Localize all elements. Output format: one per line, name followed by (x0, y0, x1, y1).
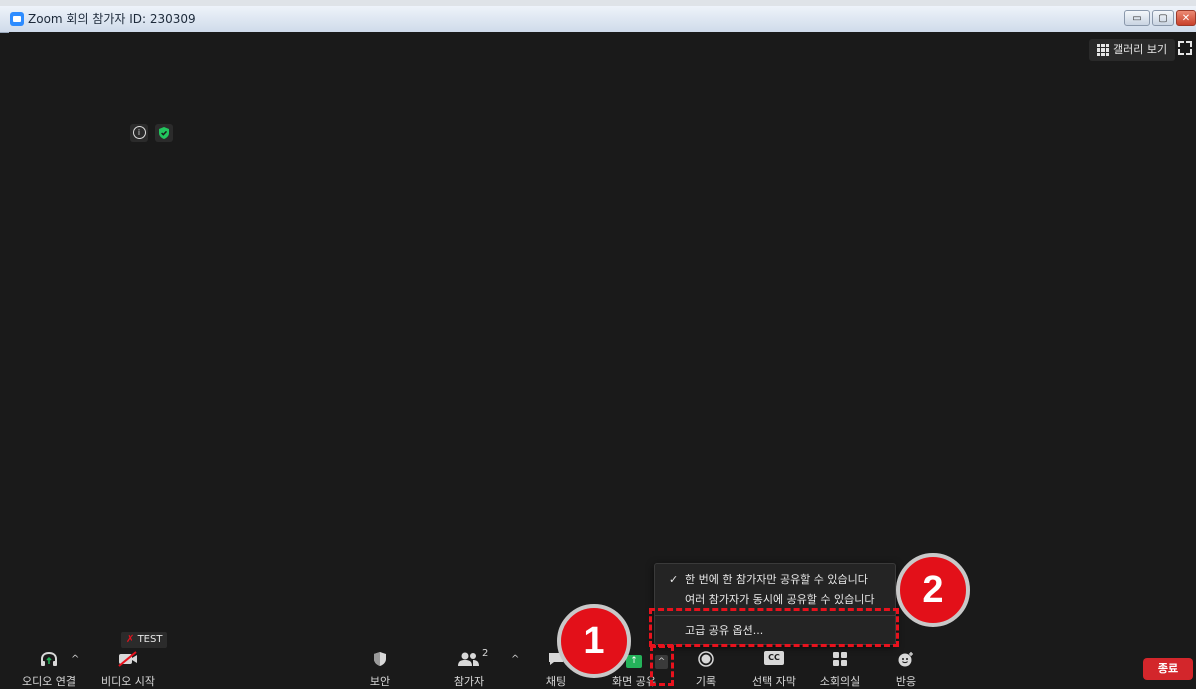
audio-label: 오디오 연결 (21, 675, 77, 688)
headphones-icon (41, 651, 57, 666)
video-button[interactable]: 비디오 시작 (101, 651, 155, 688)
grid-icon (1097, 44, 1109, 56)
shield-check-icon[interactable] (155, 124, 173, 142)
participants-options-caret[interactable]: ^ (511, 654, 519, 665)
participants-label: 참가자 (453, 675, 485, 688)
audio-options-caret[interactable]: ^ (71, 654, 79, 665)
fullscreen-icon[interactable] (1178, 41, 1192, 55)
checkmark-icon: ✓ (669, 573, 679, 586)
title-bar: Zoom 회의 참가자 ID: 230309 ▭ ▢ ✕ (0, 6, 1196, 33)
window-title: Zoom 회의 참가자 ID: 230309 (28, 12, 196, 26)
security-shield-icon (374, 652, 386, 666)
minimize-button[interactable]: ▭ (1124, 10, 1150, 26)
record-button[interactable]: 기록 (695, 651, 717, 688)
cc-icon: CC (764, 651, 784, 665)
captions-label: 선택 자막 (752, 675, 796, 688)
step-badge-1: 1 (557, 604, 631, 678)
reactions-button[interactable]: 반응 (895, 651, 917, 688)
gallery-view-label: 갤러리 보기 (1113, 43, 1168, 56)
participants-button[interactable]: 2 참가자 (453, 648, 489, 688)
menu-item-label: 한 번에 한 참가자만 공유할 수 있습니다 (685, 573, 868, 586)
close-button[interactable]: ✕ (1176, 10, 1196, 26)
participants-count: 2 (482, 648, 489, 659)
video-off-icon (118, 651, 137, 667)
record-icon (698, 651, 714, 667)
audio-button[interactable]: 오디오 연결 (22, 651, 76, 688)
meeting-area (9, 32, 1196, 686)
reaction-icon (898, 652, 913, 667)
mic-muted-icon: ✗ (126, 634, 135, 645)
self-name-tag: ✗ TEST (121, 632, 168, 648)
security-button[interactable]: 보안 (369, 651, 391, 688)
security-label: 보안 (369, 675, 391, 688)
menu-item-label: 여러 참가자가 동시에 공유할 수 있습니다 (685, 593, 875, 606)
record-label: 기록 (695, 675, 717, 688)
share-arrow-icon[interactable]: ↑ (626, 655, 642, 668)
chat-label: 채팅 (545, 675, 567, 688)
info-icon[interactable]: i (130, 124, 148, 142)
end-meeting-button[interactable]: 종료 (1143, 658, 1193, 680)
gallery-view-button[interactable]: 갤러리 보기 (1089, 39, 1176, 61)
captions-button[interactable]: CC 선택 자막 (752, 651, 796, 688)
breakout-icon (833, 652, 847, 666)
step-badge-2: 2 (896, 553, 970, 627)
reactions-label: 반응 (895, 675, 917, 688)
breakout-rooms-button[interactable]: 소회의실 (820, 651, 860, 688)
maximize-button[interactable]: ▢ (1152, 10, 1174, 26)
menu-item-multiple-participants[interactable]: 여러 참가자가 동시에 공유할 수 있습니다 (655, 590, 895, 610)
video-label: 비디오 시작 (100, 675, 156, 688)
menu-item-one-participant[interactable]: ✓ 한 번에 한 참가자만 공유할 수 있습니다 (655, 570, 895, 590)
breakout-label: 소회의실 (819, 675, 861, 688)
participants-icon (458, 652, 479, 666)
highlight-box-share-caret (650, 645, 674, 686)
zoom-app-icon (10, 12, 24, 26)
highlight-box-advanced-options (649, 608, 899, 647)
